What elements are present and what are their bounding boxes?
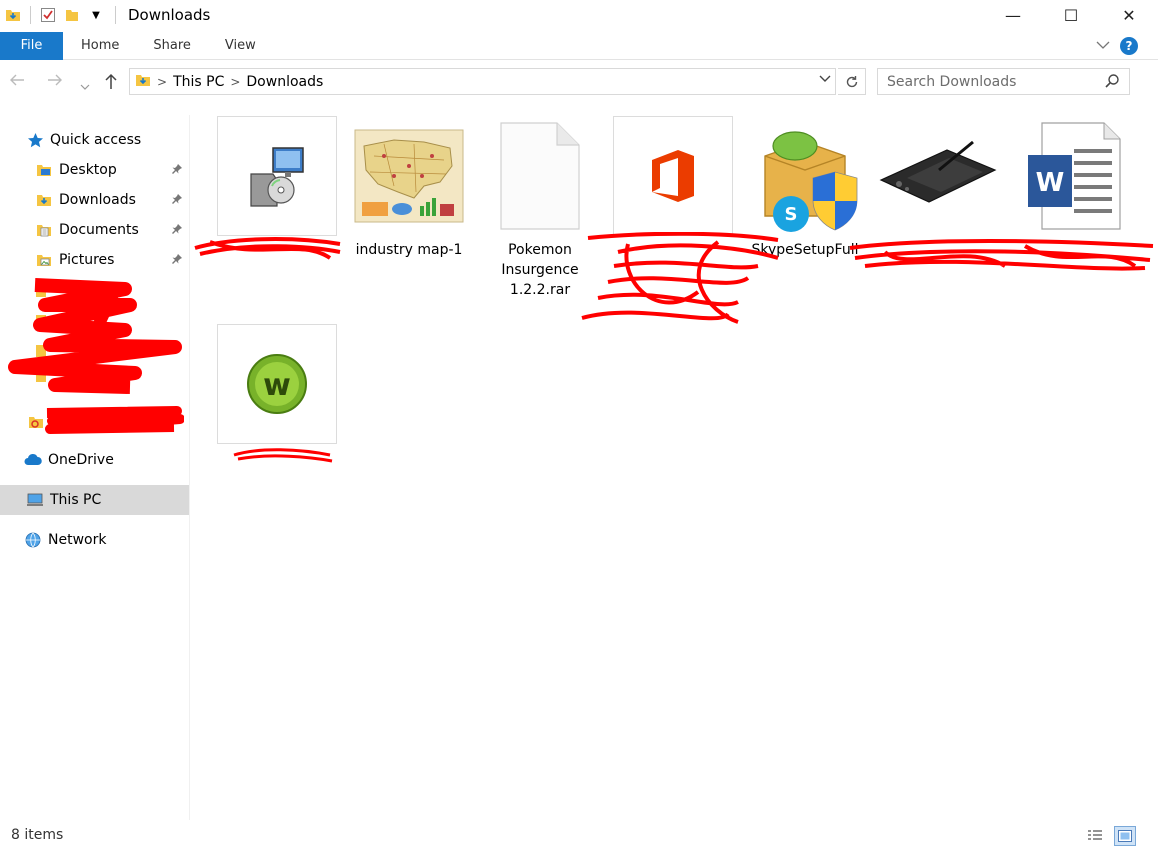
search-input[interactable] [887,73,1097,90]
quick-access-toolbar: ▼ [0,0,124,30]
file-item[interactable]: industry map-1 [349,116,469,260]
address-history-chevron-icon[interactable] [819,73,831,87]
recent-locations-chevron-icon[interactable] [80,76,90,95]
w-app-icon: w [217,324,337,444]
customize-toolbar-chevron-icon[interactable]: ▼ [87,6,105,24]
star-icon [26,131,44,149]
sidebar-item-downloads[interactable]: Downloads [0,185,189,215]
sidebar-item-label: Documents [59,222,139,238]
redaction-scribble [581,232,779,324]
navigation-bar: > This PC > Downloads [0,66,1158,98]
maximize-button[interactable]: ☐ [1042,0,1100,30]
large-icons-view-button[interactable] [1114,826,1136,846]
breadcrumb-this-pc[interactable]: This PC [173,74,224,90]
properties-icon[interactable] [39,6,57,24]
sidebar-item-documents[interactable]: Documents [0,215,189,245]
refresh-icon [846,75,857,87]
sidebar-item-quick-access[interactable]: Quick access [0,125,189,155]
sidebar-item-onedrive[interactable]: OneDrive [0,445,189,475]
installer-icon [217,116,337,236]
office-icon [613,116,733,236]
redaction-scribble [233,448,333,463]
redaction-scribble [849,239,1154,271]
sidebar-item-label: Downloads [59,192,136,208]
redaction-scribble [194,237,341,260]
downloads-folder-icon [35,191,53,209]
new-folder-icon[interactable] [63,6,81,24]
close-button[interactable]: ✕ [1100,0,1158,30]
address-bar[interactable]: > This PC > Downloads [129,68,836,95]
map-thumbnail [349,116,469,236]
sidebar-item-label: Quick access [50,132,142,148]
breadcrumb-separator-icon[interactable]: > [157,75,167,89]
cloud-icon [24,451,42,469]
title-bar: ▼ Downloads — ☐ ✕ [0,0,1158,30]
pin-icon[interactable] [171,163,183,179]
word-document-icon: W [1012,116,1132,236]
file-name: industry map-1 [355,242,463,258]
navigation-pane: Quick access Desktop Downloads Documents [0,115,190,820]
breadcrumb-downloads[interactable]: Downloads [246,74,323,90]
sidebar-item-label: Desktop [59,162,117,178]
svg-text:S: S [785,204,798,225]
ribbon-tabs: File Home Share View ? [0,31,1158,60]
tab-view[interactable]: View [208,38,273,53]
forward-arrow-icon[interactable] [46,72,64,92]
file-item[interactable]: W [1012,116,1132,240]
file-item[interactable] [877,116,997,240]
minimize-button[interactable]: — [984,0,1042,30]
up-arrow-icon[interactable] [103,72,119,94]
downloads-folder-icon [135,72,151,92]
refresh-button[interactable] [838,68,866,95]
sidebar-item-network[interactable]: Network [0,525,189,555]
sidebar-item-label: This PC [50,492,102,508]
pin-icon[interactable] [171,253,183,269]
folder-download-icon[interactable] [4,6,22,24]
back-arrow-icon[interactable] [8,72,26,92]
tab-home[interactable]: Home [63,38,136,53]
sidebar-item-label: Pictures [59,252,115,268]
tab-share[interactable]: Share [136,38,208,53]
file-list: industry map-1 Pokemon Insurgence 1.2.2.… [194,110,1158,810]
large-icons-view-icon [1118,830,1132,842]
network-icon [24,531,42,549]
svg-text:w: w [263,368,291,403]
pin-icon[interactable] [171,223,183,239]
expand-ribbon-chevron-icon[interactable] [1096,38,1110,54]
skype-setup-icon: S [745,116,865,236]
details-view-icon [1088,830,1102,840]
blank-file-icon [480,116,600,236]
window-title: Downloads [128,6,211,24]
search-box[interactable] [877,68,1130,95]
file-item[interactable]: w [217,324,337,448]
pin-icon[interactable] [171,193,183,209]
status-item-count: 8 items [11,827,64,843]
sidebar-item-pictures[interactable]: Pictures [0,245,189,275]
desktop-folder-icon [35,161,53,179]
breadcrumb-separator-icon[interactable]: > [230,75,240,89]
drawing-tablet-icon [877,116,997,236]
search-icon[interactable] [1104,73,1120,93]
file-item[interactable] [613,116,733,240]
computer-icon [26,491,44,509]
documents-folder-icon [35,221,53,239]
help-button[interactable]: ? [1120,37,1138,55]
pictures-folder-icon [35,251,53,269]
tab-file[interactable]: File [0,31,63,60]
svg-text:W: W [1036,168,1065,198]
sidebar-item-label: Network [48,532,107,548]
sidebar-item-this-pc[interactable]: This PC [0,485,189,515]
sidebar-item-desktop[interactable]: Desktop [0,155,189,185]
view-switcher [1084,826,1136,846]
sidebar-item-label: OneDrive [48,452,114,468]
details-view-button[interactable] [1084,826,1106,846]
file-item[interactable] [217,116,337,240]
